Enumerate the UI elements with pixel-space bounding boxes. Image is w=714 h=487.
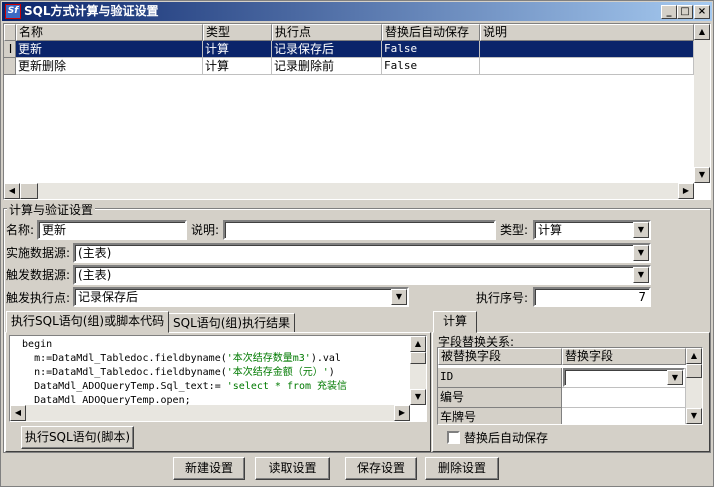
- auto-save-checkbox[interactable]: [447, 431, 460, 444]
- replace-header-from[interactable]: 被替换字段: [438, 348, 562, 365]
- exec-order-label: 执行序号:: [476, 291, 529, 305]
- cell-to-field[interactable]: [562, 388, 686, 408]
- grid-header-name[interactable]: 名称: [16, 24, 203, 41]
- grid-header-type[interactable]: 类型: [203, 24, 272, 41]
- replace-grid: 被替换字段 替换字段 ID ▼ 编号 车牌号 ▲ ▼: [437, 347, 703, 425]
- scroll-up-icon[interactable]: ▲: [694, 24, 710, 40]
- type-label: 类型:: [500, 223, 529, 237]
- trigger-point-label: 触发执行点:: [6, 291, 71, 305]
- tab-sql-result[interactable]: SQL语句(组)执行结果: [168, 313, 296, 333]
- row-indicator: I: [4, 41, 16, 58]
- auto-save-checkbox-label: 替换后自动保存: [464, 431, 549, 445]
- to-field-select[interactable]: ▼: [563, 368, 685, 387]
- name-label: 名称:: [6, 223, 35, 237]
- main-window: Sf SQL方式计算与验证设置 _ □ × 名称 类型 执行点 替换后自动保存 …: [0, 0, 714, 487]
- code-line: m:=DataMdl_Tabledoc.fieldbyname('本次结存数量m…: [10, 353, 341, 364]
- grid-horizontal-scrollbar[interactable]: ◀ ▶: [4, 183, 694, 199]
- trigger-point-select[interactable]: 记录保存后 ▼: [73, 287, 409, 307]
- cell-type[interactable]: 计算: [203, 41, 272, 58]
- title-bar[interactable]: Sf SQL方式计算与验证设置 _ □ ×: [2, 2, 712, 21]
- trigger-source-select[interactable]: (主表) ▼: [73, 265, 651, 285]
- script-editor[interactable]: begin m:=DataMdl_Tabledoc.fieldbyname('本…: [9, 335, 427, 422]
- code-line: DataMdl_ADOQueryTemp.Sql_text:= 'select …: [10, 381, 348, 392]
- scroll-thumb[interactable]: [410, 352, 426, 364]
- new-settings-button[interactable]: 新建设置: [173, 457, 245, 480]
- exec-order-field[interactable]: 7: [533, 287, 651, 307]
- scroll-right-icon[interactable]: ▶: [678, 183, 694, 199]
- scroll-down-icon[interactable]: ▼: [694, 167, 710, 183]
- grid-header-desc[interactable]: 说明: [480, 24, 694, 41]
- scroll-left-icon[interactable]: ◀: [4, 183, 20, 199]
- chevron-down-icon[interactable]: ▼: [633, 267, 649, 283]
- grid-header-exec-point[interactable]: 执行点: [272, 24, 382, 41]
- code-horizontal-scrollbar[interactable]: ◀ ▶: [10, 405, 410, 421]
- scroll-up-icon[interactable]: ▲: [686, 348, 702, 364]
- load-settings-button[interactable]: 读取设置: [255, 457, 330, 480]
- cell-from-field: 车牌号: [438, 408, 562, 424]
- exec-sql-button[interactable]: 执行SQL语句(脚本): [21, 426, 134, 449]
- cell-from-field: ID: [438, 368, 562, 388]
- cell-auto-save[interactable]: False: [382, 58, 480, 75]
- type-select[interactable]: 计算 ▼: [533, 220, 651, 240]
- save-settings-button[interactable]: 保存设置: [345, 457, 417, 480]
- code-line: n:=DataMdl_Tabledoc.fieldbyname('本次结存金额（…: [10, 367, 335, 378]
- type-select-value: 计算: [538, 223, 563, 237]
- app-icon: Sf: [5, 4, 21, 19]
- scroll-thumb[interactable]: [686, 364, 702, 378]
- grid-corner: [4, 24, 16, 41]
- chevron-down-icon[interactable]: ▼: [633, 222, 649, 238]
- tab-sql-script[interactable]: 执行SQL语句(组)或脚本代码: [6, 311, 170, 333]
- replace-vertical-scrollbar[interactable]: ▲ ▼: [686, 348, 702, 424]
- window-title: SQL方式计算与验证设置: [24, 4, 159, 18]
- code-vertical-scrollbar[interactable]: ▲ ▼: [410, 336, 426, 405]
- tab-calc[interactable]: 计算: [433, 311, 477, 333]
- table-row[interactable]: 车牌号: [438, 408, 686, 424]
- grid-vertical-scrollbar[interactable]: ▲ ▼: [694, 24, 710, 183]
- scroll-right-icon[interactable]: ▶: [394, 405, 410, 421]
- cell-desc[interactable]: [480, 58, 694, 75]
- settings-group-label: 计算与验证设置: [7, 201, 96, 218]
- row-indicator: [4, 58, 16, 75]
- chevron-down-icon[interactable]: ▼: [667, 370, 683, 385]
- impl-source-value: (主表): [78, 246, 112, 260]
- desc-field[interactable]: [223, 220, 496, 240]
- table-row[interactable]: ID ▼: [438, 368, 686, 388]
- chevron-down-icon[interactable]: ▼: [391, 289, 407, 305]
- table-row[interactable]: 更新删除 计算 记录删除前 False: [4, 58, 694, 75]
- impl-source-select[interactable]: (主表) ▼: [73, 243, 651, 263]
- delete-settings-button[interactable]: 删除设置: [425, 457, 499, 480]
- trigger-source-value: (主表): [78, 268, 112, 282]
- settings-grid: 名称 类型 执行点 替换后自动保存 说明 I 更新 计算 记录保存后 False…: [3, 23, 711, 200]
- grid-header-auto-save[interactable]: 替换后自动保存: [382, 24, 480, 41]
- scroll-up-icon[interactable]: ▲: [410, 336, 426, 352]
- cell-to-field[interactable]: ▼: [562, 368, 686, 388]
- cell-to-field[interactable]: [562, 408, 686, 424]
- scroll-down-icon[interactable]: ▼: [686, 408, 702, 424]
- cell-name[interactable]: 更新: [16, 41, 203, 58]
- code-line: begin: [10, 339, 53, 350]
- scroll-down-icon[interactable]: ▼: [410, 389, 426, 405]
- minimize-button[interactable]: _: [661, 5, 677, 19]
- trigger-source-label: 触发数据源:: [6, 268, 71, 282]
- table-row[interactable]: 编号: [438, 388, 686, 408]
- replace-header-to[interactable]: 替换字段: [562, 348, 686, 365]
- maximize-button[interactable]: □: [677, 5, 693, 19]
- chevron-down-icon[interactable]: ▼: [633, 245, 649, 261]
- cell-exec-point[interactable]: 记录删除前: [272, 58, 382, 75]
- scroll-left-icon[interactable]: ◀: [10, 405, 26, 421]
- cell-auto-save[interactable]: False: [382, 41, 480, 58]
- name-field[interactable]: 更新: [37, 220, 187, 240]
- trigger-point-value: 记录保存后: [78, 290, 139, 304]
- cell-from-field: 编号: [438, 388, 562, 408]
- close-button[interactable]: ×: [694, 5, 710, 19]
- cell-type[interactable]: 计算: [203, 58, 272, 75]
- scroll-thumb[interactable]: [20, 183, 38, 199]
- table-row[interactable]: I 更新 计算 记录保存后 False: [4, 41, 694, 58]
- cell-desc[interactable]: [480, 41, 694, 58]
- cell-name[interactable]: 更新删除: [16, 58, 203, 75]
- impl-source-label: 实施数据源:: [6, 246, 71, 260]
- desc-label: 说明:: [191, 223, 220, 237]
- cell-exec-point[interactable]: 记录保存后: [272, 41, 382, 58]
